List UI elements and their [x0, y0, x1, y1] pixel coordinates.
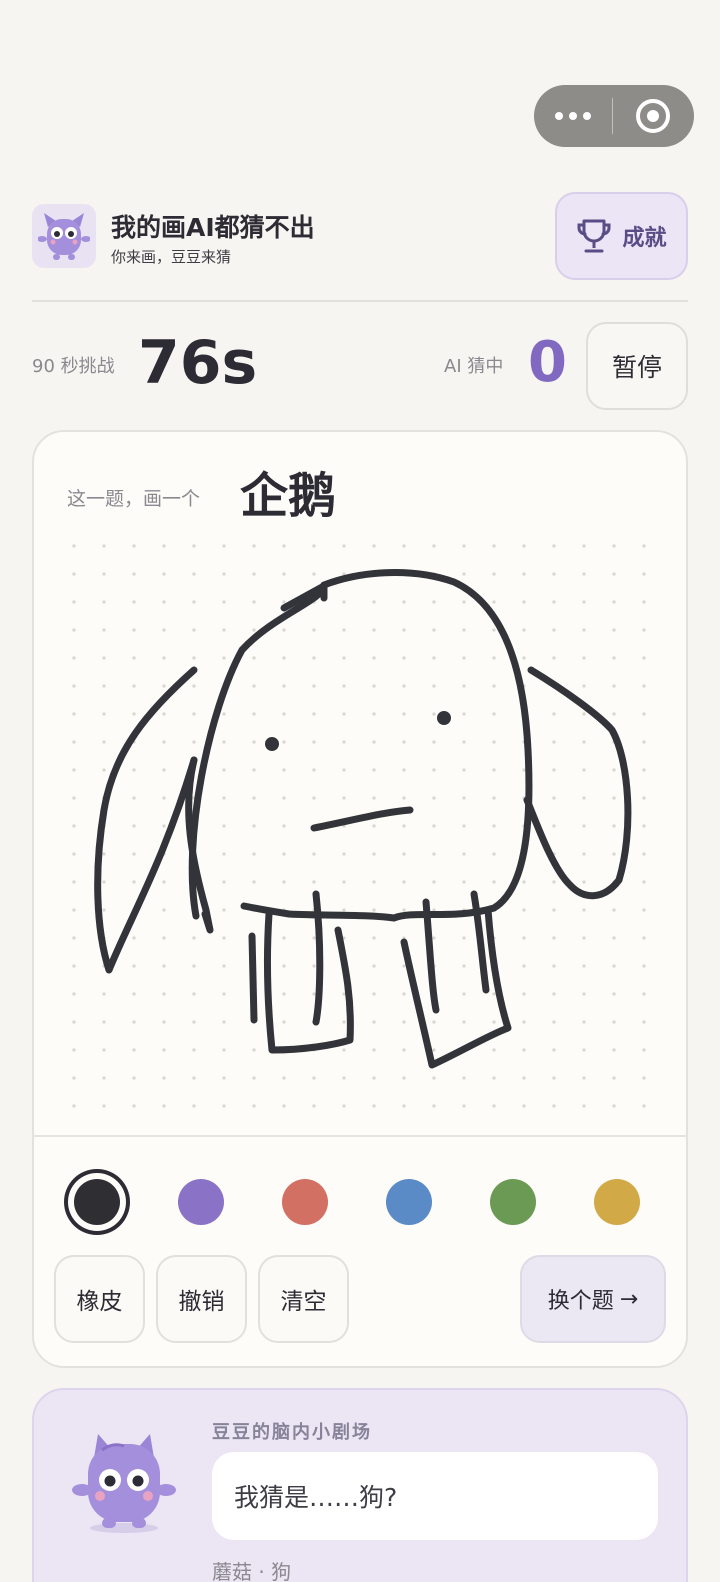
drawing-card: 这一题，画一个 企鹅 橡皮 撤销 清空 换个题 → — [32, 430, 688, 1368]
target-circle-icon[interactable] — [613, 99, 693, 133]
arrow-right-icon: → — [619, 1286, 639, 1312]
ai-score-label: AI 猜中 — [444, 356, 504, 377]
color-swatch-blue[interactable] — [386, 1179, 432, 1225]
prompt-word: 企鹅 — [240, 468, 337, 524]
ai-guess-bubble: 我猜是……狗? — [212, 1452, 658, 1540]
color-swatch-green[interactable] — [490, 1179, 536, 1225]
mini-program-capsule — [534, 85, 694, 147]
ai-theater-card: 豆豆的脑内小剧场 我猜是……狗? 蘑菇 · 狗 — [32, 1388, 688, 1582]
next-prompt-label: 换个题 — [547, 1289, 614, 1314]
color-swatch-red[interactable] — [282, 1179, 328, 1225]
undo-button[interactable]: 撤销 — [156, 1255, 247, 1343]
prompt-label: 这一题，画一个 — [67, 488, 201, 510]
guess-history: 蘑菇 · 狗 — [212, 1560, 292, 1582]
app-header: 我的画AI都猜不出 你来画，豆豆来猜 成就 — [32, 192, 688, 280]
app-title: 我的画AI都猜不出 — [111, 213, 315, 242]
purple-monster-mascot — [38, 213, 90, 260]
dot-grid — [52, 530, 672, 1120]
clear-button[interactable]: 清空 — [258, 1255, 349, 1343]
color-swatch-purple[interactable] — [178, 1179, 224, 1225]
more-dots-icon[interactable] — [534, 112, 612, 120]
app-logo — [32, 204, 96, 268]
color-swatch-yellow[interactable] — [594, 1179, 640, 1225]
pause-button[interactable]: 暂停 — [586, 322, 688, 410]
purple-monster-mascot — [72, 1434, 176, 1533]
color-swatch-black[interactable] — [74, 1179, 120, 1225]
trophy-icon — [577, 219, 611, 253]
next-prompt-button[interactable]: 换个题 → — [520, 1255, 666, 1343]
ai-score-value: 0 — [528, 330, 567, 395]
stats-bar: 90 秒挑战 76s AI 猜中 0 暂停 — [32, 322, 688, 410]
header-divider — [32, 300, 688, 302]
timer-value: 76s — [138, 328, 258, 398]
app-subtitle: 你来画，豆豆来猜 — [111, 248, 232, 266]
achievements-button[interactable]: 成就 — [555, 192, 688, 280]
achievements-label: 成就 — [622, 226, 667, 251]
theater-title: 豆豆的脑内小剧场 — [212, 1422, 372, 1443]
timer-label: 90 秒挑战 — [32, 356, 115, 377]
eraser-button[interactable]: 橡皮 — [54, 1255, 145, 1343]
drawing-canvas[interactable] — [34, 530, 686, 1130]
toolbar: 橡皮 撤销 清空 换个题 → — [34, 1135, 686, 1366]
